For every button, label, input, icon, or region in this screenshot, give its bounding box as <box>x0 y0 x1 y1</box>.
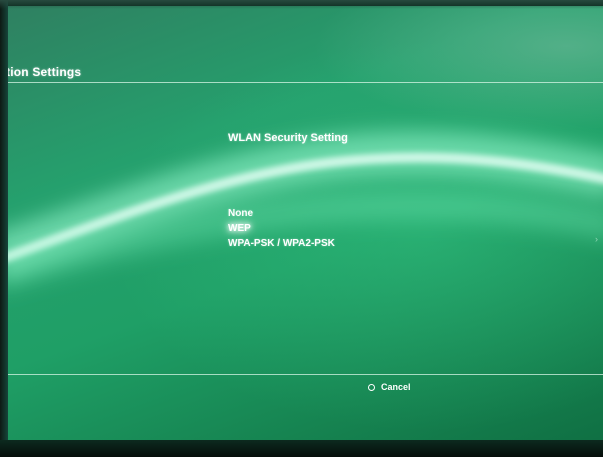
page-title: tion Settings <box>6 65 82 79</box>
option-none[interactable]: None <box>228 206 335 221</box>
option-wpa-psk[interactable]: WPA-PSK / WPA2-PSK <box>228 236 335 251</box>
cancel-label: Cancel <box>381 382 411 392</box>
tv-bezel-bottom <box>0 440 603 457</box>
ps3-screen: tion Settings WLAN Security Setting None… <box>0 0 603 457</box>
tv-bezel-left <box>0 0 8 457</box>
security-options-list: None WEP WPA-PSK / WPA2-PSK <box>228 206 335 251</box>
chevron-right-icon: › <box>595 234 598 244</box>
dialog-title: WLAN Security Setting <box>228 132 348 144</box>
footer-divider <box>6 374 603 375</box>
circle-button-icon <box>368 383 375 391</box>
tv-bezel-top <box>0 0 603 9</box>
header-divider <box>6 82 603 83</box>
option-wep[interactable]: WEP <box>228 221 335 236</box>
xmb-background: tion Settings WLAN Security Setting None… <box>6 6 603 451</box>
cancel-button[interactable]: Cancel <box>368 382 411 392</box>
